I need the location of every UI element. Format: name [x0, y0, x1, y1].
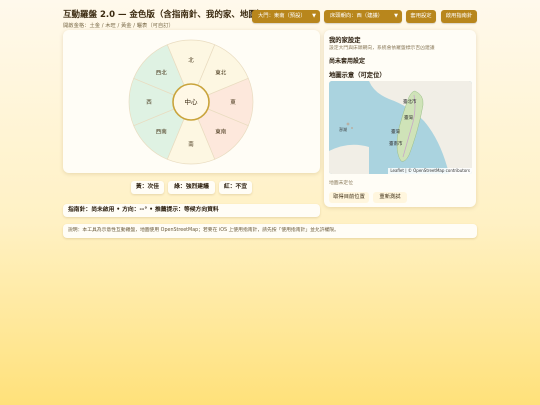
- compass-direction-label: 北: [188, 56, 194, 64]
- bed-direction-select[interactable]: 床頭朝向：西（建議） ▼: [324, 10, 402, 23]
- apply-settings-button[interactable]: 套用設定: [406, 10, 436, 23]
- legend-yellow: 黃：次佳: [131, 181, 164, 194]
- get-location-button[interactable]: 取得目前位置: [329, 192, 369, 203]
- page-subtitle: 開啟金格：土金 / 木旺 / 黃金 / 曬表（可自訂）: [63, 23, 174, 29]
- retest-button[interactable]: 重新測試: [373, 192, 407, 203]
- map-label: 臺北市: [403, 98, 417, 105]
- map-title: 地圖示意（可定位）: [329, 72, 386, 79]
- usage-note: 說明：本工具為示意性互動羅盤，地圖使用 OpenStreetMap；若要在 iO…: [63, 224, 477, 238]
- chevron-down-icon: ▼: [394, 13, 398, 19]
- page-title: 互動羅盤 2.0 — 金色版（含指南針、我的家、地圖）: [63, 10, 266, 20]
- map-canvas: 臺北市 臺灣 臺灣 臺南市 澎湖: [329, 81, 472, 174]
- map-label: 臺南市: [389, 140, 403, 147]
- chevron-down-icon: ▼: [312, 13, 316, 19]
- enable-compass-button[interactable]: 啟用指南針: [441, 10, 477, 23]
- legend-red: 紅：不宜: [219, 181, 252, 194]
- compass-direction-label: 西北: [156, 68, 168, 76]
- compass-direction-label: 東南: [215, 128, 227, 136]
- map-view[interactable]: 臺北市 臺灣 臺灣 臺南市 澎湖 Leaflet | © OpenStreetM…: [329, 81, 472, 174]
- compass-direction-label: 南: [188, 140, 194, 148]
- settings-status: 尚未套用設定: [329, 58, 366, 65]
- compass-card: 北東北東東南南 西南 西 西北 中心: [63, 30, 320, 173]
- compass-direction-label: 東: [230, 98, 236, 106]
- door-direction-value: 大門：東南（預設）: [258, 13, 306, 19]
- compass-center-label: 中心: [185, 97, 199, 106]
- location-status: 地圖未定位: [329, 181, 353, 186]
- compass-wheel: 北東北東東南南 西南 西 西北 中心: [128, 39, 254, 165]
- compass-direction-label: 西南: [156, 128, 168, 136]
- map-label: 臺灣: [404, 114, 413, 121]
- map-label: 澎湖: [339, 126, 347, 132]
- legend-green: 綠：強烈建議: [168, 181, 215, 194]
- home-settings-panel: 我的家設定 設定大門與床頭朝向，系統會依羅盤標示吉凶建議 尚未套用設定 地圖示意…: [324, 30, 476, 207]
- panel-description: 設定大門與床頭朝向，系統會依羅盤標示吉凶建議: [329, 46, 435, 51]
- door-direction-select[interactable]: 大門：東南（預設） ▼: [252, 10, 320, 23]
- compass-direction-label: 西: [146, 99, 152, 106]
- compass-status: 指南針：尚未啟用 • 方向：--° • 推薦提示：等候方向資料: [63, 204, 320, 217]
- bed-direction-value: 床頭朝向：西（建議）: [330, 13, 383, 19]
- compass-direction-label: 東北: [215, 68, 227, 76]
- panel-title: 我的家設定: [329, 37, 361, 44]
- map-attribution[interactable]: Leaflet | © OpenStreetMap contributors: [388, 168, 472, 174]
- map-label: 臺灣: [391, 128, 400, 135]
